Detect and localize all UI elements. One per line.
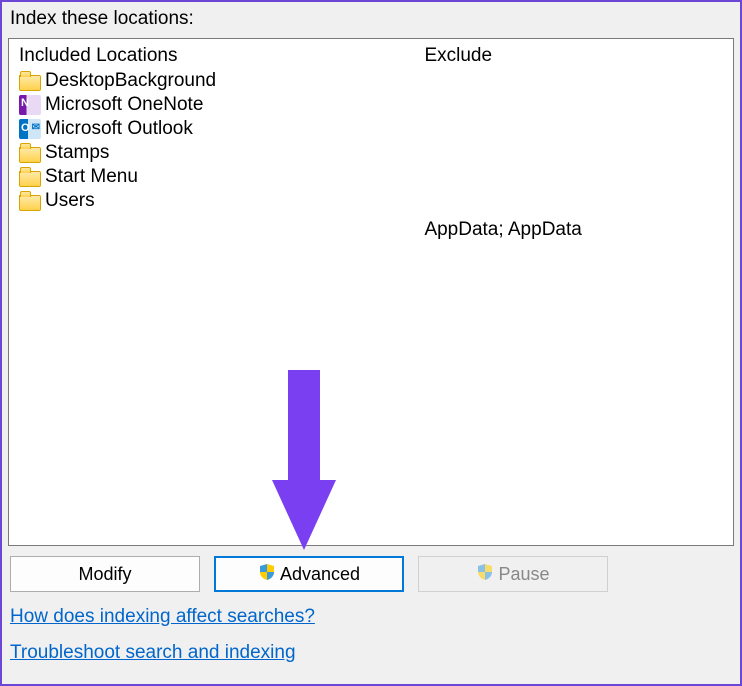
list-item-label: DesktopBackground <box>45 70 216 92</box>
exclude-header: Exclude <box>424 45 723 67</box>
list-item-label: Start Menu <box>45 166 138 188</box>
modify-button[interactable]: Modify <box>10 556 200 592</box>
list-item[interactable]: Start Menu <box>19 165 404 189</box>
page-title: Index these locations: <box>8 4 734 38</box>
onenote-icon <box>19 95 41 115</box>
folder-icon <box>19 167 41 187</box>
help-link-troubleshoot[interactable]: Troubleshoot search and indexing <box>10 642 296 664</box>
button-label: Advanced <box>280 564 360 585</box>
shield-icon <box>476 563 494 586</box>
shield-icon <box>258 563 276 586</box>
button-label: Modify <box>78 564 131 585</box>
button-label: Pause <box>498 564 549 585</box>
list-item[interactable]: DesktopBackground <box>19 69 404 93</box>
locations-list: Included Locations DesktopBackground Mic… <box>8 38 734 546</box>
links-section: How does indexing affect searches? Troub… <box>8 600 734 676</box>
list-item-label: Stamps <box>45 142 109 164</box>
exclude-value: AppData; AppData <box>424 219 723 241</box>
folder-icon <box>19 143 41 163</box>
included-header: Included Locations <box>19 45 404 67</box>
list-item-label: Microsoft OneNote <box>45 94 203 116</box>
included-column: Included Locations DesktopBackground Mic… <box>9 39 414 545</box>
list-item-label: Microsoft Outlook <box>45 118 193 140</box>
list-item[interactable]: Microsoft OneNote <box>19 93 404 117</box>
folder-icon <box>19 71 41 91</box>
folder-icon <box>19 191 41 211</box>
button-row: Modify Advanced <box>8 546 734 600</box>
list-item[interactable]: Microsoft Outlook <box>19 117 404 141</box>
list-item[interactable]: Stamps <box>19 141 404 165</box>
exclude-column: Exclude AppData; AppData <box>414 39 733 545</box>
list-item[interactable]: Users <box>19 189 404 213</box>
help-link-indexing[interactable]: How does indexing affect searches? <box>10 606 315 628</box>
advanced-button[interactable]: Advanced <box>214 556 404 592</box>
outlook-icon <box>19 119 41 139</box>
list-item-label: Users <box>45 190 95 212</box>
pause-button: Pause <box>418 556 608 592</box>
indexing-options-window: Index these locations: Included Location… <box>0 0 742 686</box>
